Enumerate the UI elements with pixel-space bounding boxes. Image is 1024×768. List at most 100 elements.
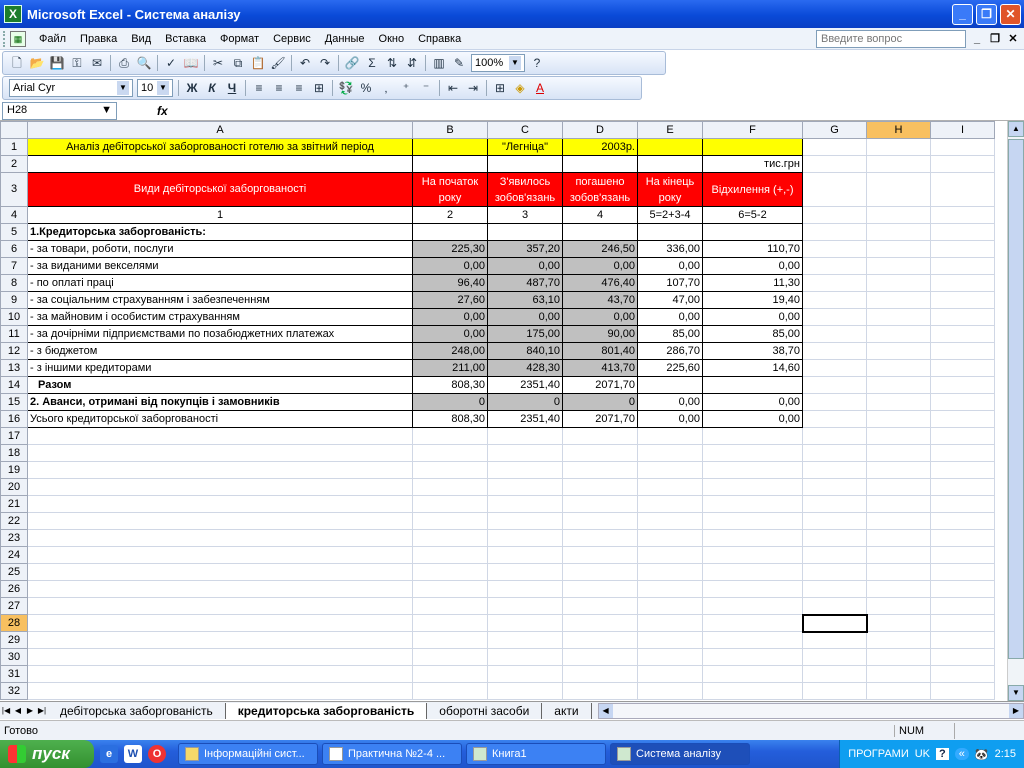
- cell[interactable]: [930, 291, 995, 309]
- cell[interactable]: [866, 240, 931, 258]
- cell[interactable]: 286,70: [637, 342, 703, 360]
- cell[interactable]: 0,00: [487, 257, 563, 275]
- row-header[interactable]: 3: [0, 172, 28, 207]
- row-header[interactable]: 18: [0, 444, 28, 462]
- next-sheet-icon[interactable]: ▶: [24, 706, 36, 715]
- cell[interactable]: [637, 155, 703, 173]
- section-label[interactable]: 2. Аванси, отримані від покупців і замов…: [27, 393, 413, 411]
- help-icon[interactable]: ?: [529, 55, 545, 71]
- cell[interactable]: 0,00: [412, 325, 488, 343]
- table-row-label[interactable]: - з іншими кредиторами: [27, 359, 413, 377]
- cell[interactable]: [562, 155, 638, 173]
- cell[interactable]: [802, 376, 867, 394]
- cell[interactable]: [487, 223, 563, 241]
- cell[interactable]: [412, 223, 488, 241]
- menu-help[interactable]: Справка: [411, 33, 468, 45]
- sort-ascending-icon[interactable]: ⇅: [384, 55, 400, 71]
- cell[interactable]: 248,00: [412, 342, 488, 360]
- cell[interactable]: 246,50: [562, 240, 638, 258]
- row-header[interactable]: 16: [0, 410, 28, 428]
- align-right-icon[interactable]: ≡: [291, 80, 307, 96]
- cell[interactable]: 38,70: [702, 342, 803, 360]
- cell[interactable]: [930, 359, 995, 377]
- comma-style-icon[interactable]: ‚: [378, 80, 394, 96]
- menu-format[interactable]: Формат: [213, 33, 266, 45]
- tab-receivables[interactable]: дебіторська заборгованість: [48, 702, 226, 719]
- cell[interactable]: 0,00: [562, 308, 638, 326]
- menu-insert[interactable]: Вставка: [158, 33, 213, 45]
- cell[interactable]: [802, 138, 867, 156]
- doc-close-icon[interactable]: ✕: [1006, 32, 1020, 45]
- cell[interactable]: 96,40: [412, 274, 488, 292]
- paste-icon[interactable]: 📋: [250, 55, 266, 71]
- row-header[interactable]: 12: [0, 342, 28, 360]
- opera-icon[interactable]: O: [148, 745, 166, 763]
- cell[interactable]: 2351,40: [487, 376, 563, 394]
- cell[interactable]: 0,00: [412, 257, 488, 275]
- table-row-label[interactable]: - по оплаті праці: [27, 274, 413, 292]
- tab-payables[interactable]: кредиторська заборгованість: [225, 702, 428, 719]
- align-left-icon[interactable]: ≡: [251, 80, 267, 96]
- print-icon[interactable]: ⎙: [116, 55, 132, 71]
- row-header[interactable]: 20: [0, 478, 28, 496]
- horizontal-scrollbar[interactable]: ◀ ▶: [597, 702, 1024, 719]
- cell[interactable]: 0,00: [637, 393, 703, 411]
- decrease-indent-icon[interactable]: ⇤: [445, 80, 461, 96]
- cell[interactable]: 2071,70: [562, 410, 638, 428]
- cell[interactable]: 14,60: [702, 359, 803, 377]
- fx-icon[interactable]: fx: [157, 104, 168, 118]
- cell[interactable]: 2071,70: [562, 376, 638, 394]
- name-box[interactable]: H28 ▼: [2, 101, 117, 120]
- zoom-select[interactable]: 100% ▼: [471, 54, 525, 72]
- minimize-button[interactable]: _: [952, 3, 973, 25]
- cell[interactable]: [866, 138, 931, 156]
- row-header[interactable]: 15: [0, 393, 28, 411]
- font-select[interactable]: Arial Cyr ▼: [9, 79, 133, 97]
- row-header[interactable]: 2: [0, 155, 28, 173]
- new-icon[interactable]: 🗋: [9, 55, 25, 71]
- research-icon[interactable]: 📖: [183, 55, 199, 71]
- header-appeared[interactable]: З'явилось зобов'язань: [487, 172, 563, 207]
- help-search-input[interactable]: Введите вопрос: [816, 29, 966, 48]
- column-header-b[interactable]: B: [412, 121, 488, 139]
- cell[interactable]: 0,00: [412, 308, 488, 326]
- cell[interactable]: 336,00: [637, 240, 703, 258]
- cell[interactable]: [637, 138, 703, 156]
- cell[interactable]: 175,00: [487, 325, 563, 343]
- cell[interactable]: [802, 393, 867, 411]
- redo-icon[interactable]: ↷: [317, 55, 333, 71]
- clock[interactable]: 2:15: [995, 748, 1016, 760]
- scroll-down-icon[interactable]: ▼: [1008, 685, 1024, 701]
- undo-icon[interactable]: ↶: [297, 55, 313, 71]
- cell[interactable]: [866, 393, 931, 411]
- cell[interactable]: [637, 223, 703, 241]
- cell[interactable]: [802, 223, 867, 241]
- currency-icon[interactable]: 💱: [338, 80, 354, 96]
- scroll-up-icon[interactable]: ▲: [1008, 121, 1024, 137]
- task-item[interactable]: Інформаційні сист...: [178, 743, 318, 765]
- sort-descending-icon[interactable]: ⇵: [404, 55, 420, 71]
- row-header[interactable]: 31: [0, 665, 28, 683]
- task-item[interactable]: Книга1: [466, 743, 606, 765]
- task-item[interactable]: Практична №2-4 ...: [322, 743, 462, 765]
- menu-edit[interactable]: Правка: [73, 33, 124, 45]
- scroll-thumb[interactable]: [1008, 139, 1024, 659]
- formula-input[interactable]: [168, 103, 1024, 119]
- cell[interactable]: 225,30: [412, 240, 488, 258]
- workbook-icon[interactable]: ▦: [10, 30, 26, 47]
- cell[interactable]: 5=2+3-4: [637, 206, 703, 224]
- cell[interactable]: 19,40: [702, 291, 803, 309]
- table-row-label[interactable]: - за соціальним страхуванням і забезпече…: [27, 291, 413, 309]
- header-repaid[interactable]: погашено зобов'язань: [562, 172, 638, 207]
- cell[interactable]: [802, 325, 867, 343]
- print-preview-icon[interactable]: 🔍: [136, 55, 152, 71]
- autosum-icon[interactable]: Σ: [364, 55, 380, 71]
- cell[interactable]: [702, 376, 803, 394]
- row-header[interactable]: 7: [0, 257, 28, 275]
- cell[interactable]: [802, 172, 867, 207]
- cell[interactable]: [866, 274, 931, 292]
- underline-button[interactable]: Ч: [224, 80, 240, 96]
- cell-title[interactable]: Аналіз дебіторської заборгованості готел…: [27, 138, 413, 156]
- cell-year[interactable]: 2003р.: [562, 138, 638, 156]
- cell[interactable]: 4: [562, 206, 638, 224]
